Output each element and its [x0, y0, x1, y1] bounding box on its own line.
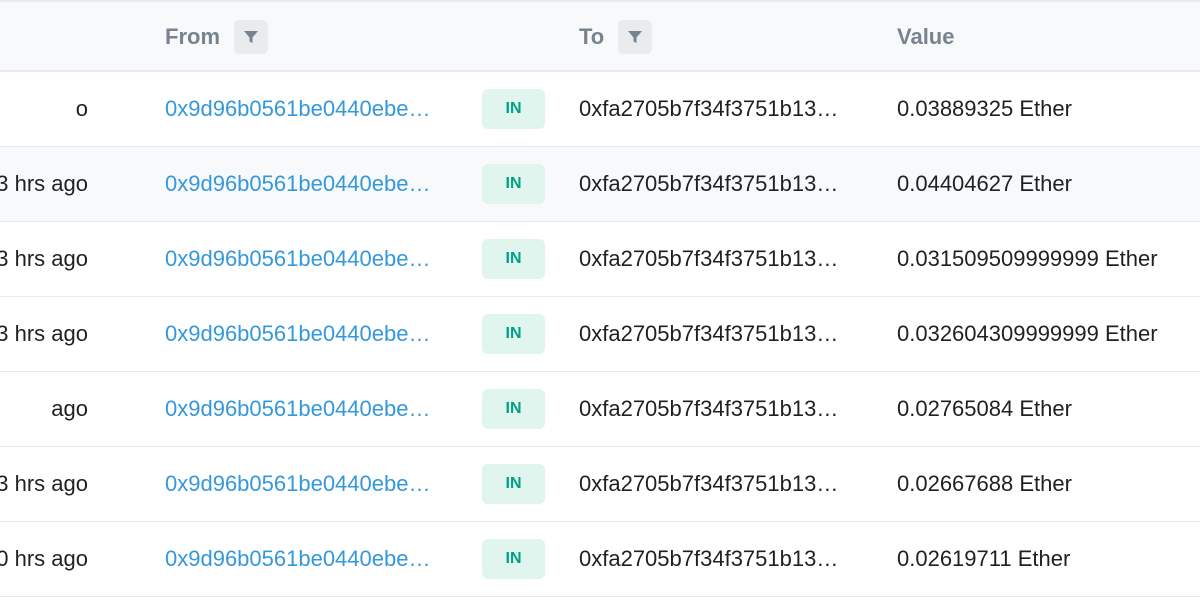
- age-cell: 20 hrs ago: [0, 546, 88, 571]
- table-row: ago 0x9d96b0561be0440ebe… IN 0xfa2705b7f…: [0, 372, 1200, 447]
- value-cell: 0.04404627 Ether: [897, 171, 1072, 196]
- from-address-link[interactable]: 0x9d96b0561be0440ebe…: [165, 297, 450, 371]
- direction-badge: IN: [482, 539, 545, 579]
- direction-cell: IN: [482, 522, 545, 596]
- from-header-label: From: [165, 24, 220, 49]
- to-address: 0xfa2705b7f34f3751b13…: [579, 147, 859, 221]
- value-cell: 0.02765084 Ether: [897, 396, 1072, 421]
- direction-cell: IN: [482, 222, 545, 296]
- from-address-link[interactable]: 0x9d96b0561be0440ebe…: [165, 447, 450, 521]
- age-cell: 23 hrs ago: [0, 471, 88, 496]
- from-address-text: 0x9d96b0561be0440ebe…: [165, 321, 431, 346]
- to-address-text: 0xfa2705b7f34f3751b13…: [579, 96, 839, 121]
- direction-cell: IN: [482, 297, 545, 371]
- from-address-text: 0x9d96b0561be0440ebe…: [165, 546, 431, 571]
- value-cell: 0.02667688 Ether: [897, 471, 1072, 496]
- table-body: o 0x9d96b0561be0440ebe… IN 0xfa2705b7f34…: [0, 72, 1200, 597]
- transactions-table: From To Value o 0x9d96b0561be0440ebe… IN: [0, 0, 1200, 600]
- from-address-text: 0x9d96b0561be0440ebe…: [165, 471, 431, 496]
- direction-cell: IN: [482, 72, 545, 146]
- direction-badge: IN: [482, 464, 545, 504]
- to-address-text: 0xfa2705b7f34f3751b13…: [579, 396, 839, 421]
- direction-cell: IN: [482, 372, 545, 446]
- from-column-header: From: [165, 2, 268, 72]
- to-address: 0xfa2705b7f34f3751b13…: [579, 372, 859, 446]
- direction-cell: IN: [482, 447, 545, 521]
- to-address-text: 0xfa2705b7f34f3751b13…: [579, 321, 839, 346]
- to-address: 0xfa2705b7f34f3751b13…: [579, 72, 859, 146]
- from-address-link[interactable]: 0x9d96b0561be0440ebe…: [165, 522, 450, 596]
- table-row: 20 hrs ago 0x9d96b0561be0440ebe… IN 0xfa…: [0, 522, 1200, 597]
- to-filter-button[interactable]: [618, 20, 653, 54]
- to-address: 0xfa2705b7f34f3751b13…: [579, 447, 859, 521]
- value-cell: 0.02619711 Ether: [897, 546, 1071, 571]
- value-cell: 0.032604309999999 Ether: [897, 321, 1158, 346]
- age-cell: ago: [51, 396, 88, 421]
- direction-badge: IN: [482, 164, 545, 204]
- to-address: 0xfa2705b7f34f3751b13…: [579, 522, 859, 596]
- to-address-text: 0xfa2705b7f34f3751b13…: [579, 171, 839, 196]
- table-row: 3 hrs ago 0x9d96b0561be0440ebe… IN 0xfa2…: [0, 147, 1200, 222]
- table-row: o 0x9d96b0561be0440ebe… IN 0xfa2705b7f34…: [0, 72, 1200, 147]
- age-cell: 3 hrs ago: [0, 171, 88, 196]
- to-address-text: 0xfa2705b7f34f3751b13…: [579, 246, 839, 271]
- from-address-text: 0x9d96b0561be0440ebe…: [165, 246, 431, 271]
- age-cell: 23 hrs ago: [0, 246, 88, 271]
- to-address-text: 0xfa2705b7f34f3751b13…: [579, 546, 839, 571]
- from-address-link[interactable]: 0x9d96b0561be0440ebe…: [165, 372, 450, 446]
- age-cell: o: [75, 96, 88, 121]
- value-cell: 0.031509509999999 Ether: [897, 246, 1158, 271]
- direction-badge: IN: [482, 239, 545, 279]
- direction-cell: IN: [482, 147, 545, 221]
- from-address-text: 0x9d96b0561be0440ebe…: [165, 396, 431, 421]
- from-address-text: 0x9d96b0561be0440ebe…: [165, 171, 431, 196]
- table-row: 23 hrs ago 0x9d96b0561be0440ebe… IN 0xfa…: [0, 222, 1200, 297]
- to-header-label: To: [579, 24, 605, 49]
- funnel-icon: [628, 31, 643, 43]
- direction-badge: IN: [482, 89, 545, 129]
- from-address-link[interactable]: 0x9d96b0561be0440ebe…: [165, 222, 450, 296]
- from-address-link[interactable]: 0x9d96b0561be0440ebe…: [165, 72, 450, 146]
- to-address: 0xfa2705b7f34f3751b13…: [579, 297, 859, 371]
- table-header: From To Value: [0, 0, 1200, 72]
- funnel-icon: [244, 31, 258, 43]
- to-address-text: 0xfa2705b7f34f3751b13…: [579, 471, 839, 496]
- table-row: 23 hrs ago 0x9d96b0561be0440ebe… IN 0xfa…: [0, 297, 1200, 372]
- to-address: 0xfa2705b7f34f3751b13…: [579, 222, 859, 296]
- value-column-header: Value: [897, 2, 954, 72]
- from-address-link[interactable]: 0x9d96b0561be0440ebe…: [165, 147, 450, 221]
- table-row: 23 hrs ago 0x9d96b0561be0440ebe… IN 0xfa…: [0, 447, 1200, 522]
- from-filter-button[interactable]: [234, 20, 268, 54]
- from-address-text: 0x9d96b0561be0440ebe…: [165, 96, 431, 121]
- value-header-label: Value: [897, 24, 955, 49]
- age-cell: 23 hrs ago: [0, 321, 88, 346]
- direction-badge: IN: [482, 389, 545, 429]
- value-cell: 0.03889325 Ether: [897, 96, 1072, 121]
- to-column-header: To: [579, 2, 653, 72]
- direction-badge: IN: [482, 314, 545, 354]
